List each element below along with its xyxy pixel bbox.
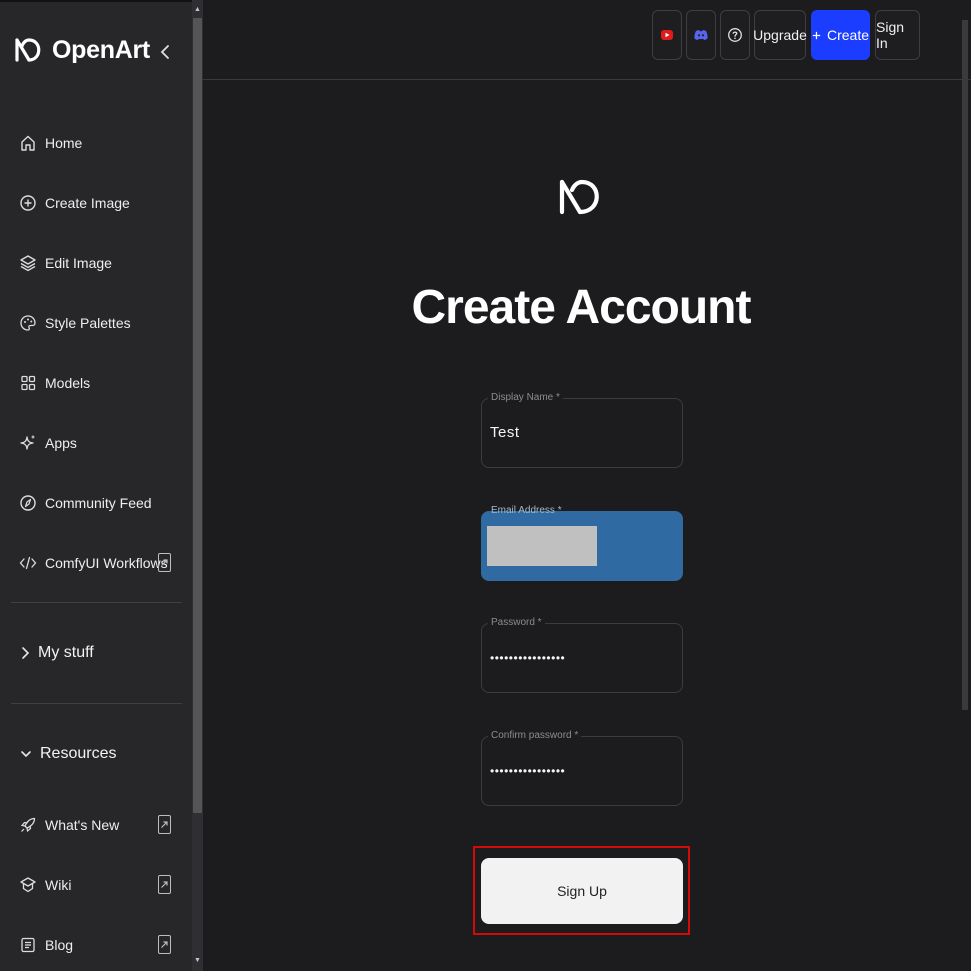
sidebar-divider xyxy=(11,602,182,603)
redacted-email-value xyxy=(487,526,597,566)
brand-name: OpenArt xyxy=(52,35,150,64)
sidebar-item-style-palettes[interactable]: Style Palettes xyxy=(0,303,182,343)
discord-icon xyxy=(694,30,708,40)
page-scrollbar[interactable] xyxy=(962,20,968,710)
sidebar-item-label: Apps xyxy=(45,435,77,451)
sidebar-item-wiki[interactable]: Wiki xyxy=(0,865,182,905)
sidebar: OpenArt Home Create Image Edit Image Sty… xyxy=(0,0,192,971)
discord-button[interactable] xyxy=(686,10,716,60)
code-icon xyxy=(18,553,38,573)
upgrade-button[interactable]: Upgrade xyxy=(753,10,807,60)
sign-in-label: Sign In xyxy=(876,19,905,51)
sidebar-item-label: Style Palettes xyxy=(45,315,131,331)
section-label: Resources xyxy=(40,745,117,762)
external-link-icon xyxy=(158,815,171,834)
sidebar-item-label: Wiki xyxy=(45,877,72,893)
sidebar-item-blog[interactable]: Blog xyxy=(0,925,182,965)
sparkle-icon xyxy=(18,433,38,453)
create-label: Create xyxy=(826,27,869,43)
sidebar-scrollbar[interactable]: ▲ ▼ xyxy=(192,0,203,971)
sign-up-label: Sign Up xyxy=(557,883,607,899)
layers-icon xyxy=(18,253,38,273)
help-icon xyxy=(728,28,742,42)
collapse-sidebar-button[interactable] xyxy=(156,40,174,64)
sidebar-item-label: Home xyxy=(45,135,83,151)
plus-icon xyxy=(812,31,821,39)
sidebar-divider xyxy=(11,703,182,704)
brand-logo[interactable]: OpenArt xyxy=(12,34,150,66)
sign-up-button[interactable]: Sign Up xyxy=(481,858,683,924)
display-name-field[interactable]: Display Name * Test xyxy=(481,392,683,468)
wiki-icon xyxy=(18,875,38,895)
openart-logo-icon xyxy=(558,176,604,223)
scroll-down-arrow-icon[interactable]: ▼ xyxy=(192,953,203,967)
top-header: Upgrade Create Sign In xyxy=(203,0,971,80)
email-label: Email Address * xyxy=(491,505,562,516)
password-label: Password * xyxy=(488,617,545,628)
sidebar-item-label: ComfyUI Workflows xyxy=(45,555,168,571)
sidebar-item-apps[interactable]: Apps xyxy=(0,423,182,463)
sidebar-item-edit-image[interactable]: Edit Image xyxy=(0,243,182,283)
youtube-icon xyxy=(661,30,673,40)
confirm-password-label: Confirm password * xyxy=(488,730,582,741)
section-label: My stuff xyxy=(38,644,94,661)
chevron-down-icon xyxy=(21,751,31,758)
sidebar-item-comfyui-workflows[interactable]: ComfyUI Workflows xyxy=(0,543,182,583)
chevron-right-icon xyxy=(22,647,30,659)
confirm-password-value: •••••••••••••••• xyxy=(490,764,566,778)
sidebar-item-whats-new[interactable]: What's New xyxy=(0,805,182,845)
sidebar-item-label: Edit Image xyxy=(45,255,112,271)
openart-logo-icon xyxy=(15,38,41,62)
external-link-icon xyxy=(158,875,171,894)
sidebar-item-label: Models xyxy=(45,375,91,391)
external-link-icon xyxy=(158,553,171,572)
rocket-icon xyxy=(18,815,38,835)
scroll-thumb[interactable] xyxy=(193,18,202,813)
sidebar-item-home[interactable]: Home xyxy=(0,123,182,163)
display-name-value: Test xyxy=(490,424,520,441)
sidebar-item-models[interactable]: Models xyxy=(0,363,182,403)
sidebar-item-label: What's New xyxy=(45,817,120,833)
sidebar-item-label: Create Image xyxy=(45,195,130,211)
section-my-stuff[interactable]: My stuff xyxy=(20,638,180,668)
grid-icon xyxy=(18,373,38,393)
section-resources[interactable]: Resources xyxy=(20,739,180,769)
sidebar-item-label: Blog xyxy=(45,937,74,953)
page-title: Create Account xyxy=(411,281,752,334)
home-icon xyxy=(18,133,38,153)
external-link-icon xyxy=(158,935,171,954)
sign-in-button[interactable]: Sign In xyxy=(875,10,920,60)
upgrade-label: Upgrade xyxy=(753,27,807,43)
create-button[interactable]: Create xyxy=(811,10,870,60)
sidebar-item-community-feed[interactable]: Community Feed xyxy=(0,483,182,523)
document-icon xyxy=(18,935,38,955)
email-field[interactable]: Email Address * xyxy=(481,505,683,581)
confirm-password-field[interactable]: Confirm password * •••••••••••••••• xyxy=(481,730,683,806)
display-name-label: Display Name * xyxy=(488,392,563,403)
password-field[interactable]: Password * •••••••••••••••• xyxy=(481,617,683,693)
youtube-button[interactable] xyxy=(652,10,682,60)
sidebar-item-label: Community Feed xyxy=(45,495,152,511)
password-value: •••••••••••••••• xyxy=(490,651,566,665)
compass-icon xyxy=(18,493,38,513)
help-button[interactable] xyxy=(720,10,750,60)
chevron-left-icon xyxy=(160,45,169,59)
sidebar-item-create-image[interactable]: Create Image xyxy=(0,183,182,223)
scroll-up-arrow-icon[interactable]: ▲ xyxy=(192,2,203,16)
palette-icon xyxy=(18,313,38,333)
plus-circle-icon xyxy=(18,193,38,213)
